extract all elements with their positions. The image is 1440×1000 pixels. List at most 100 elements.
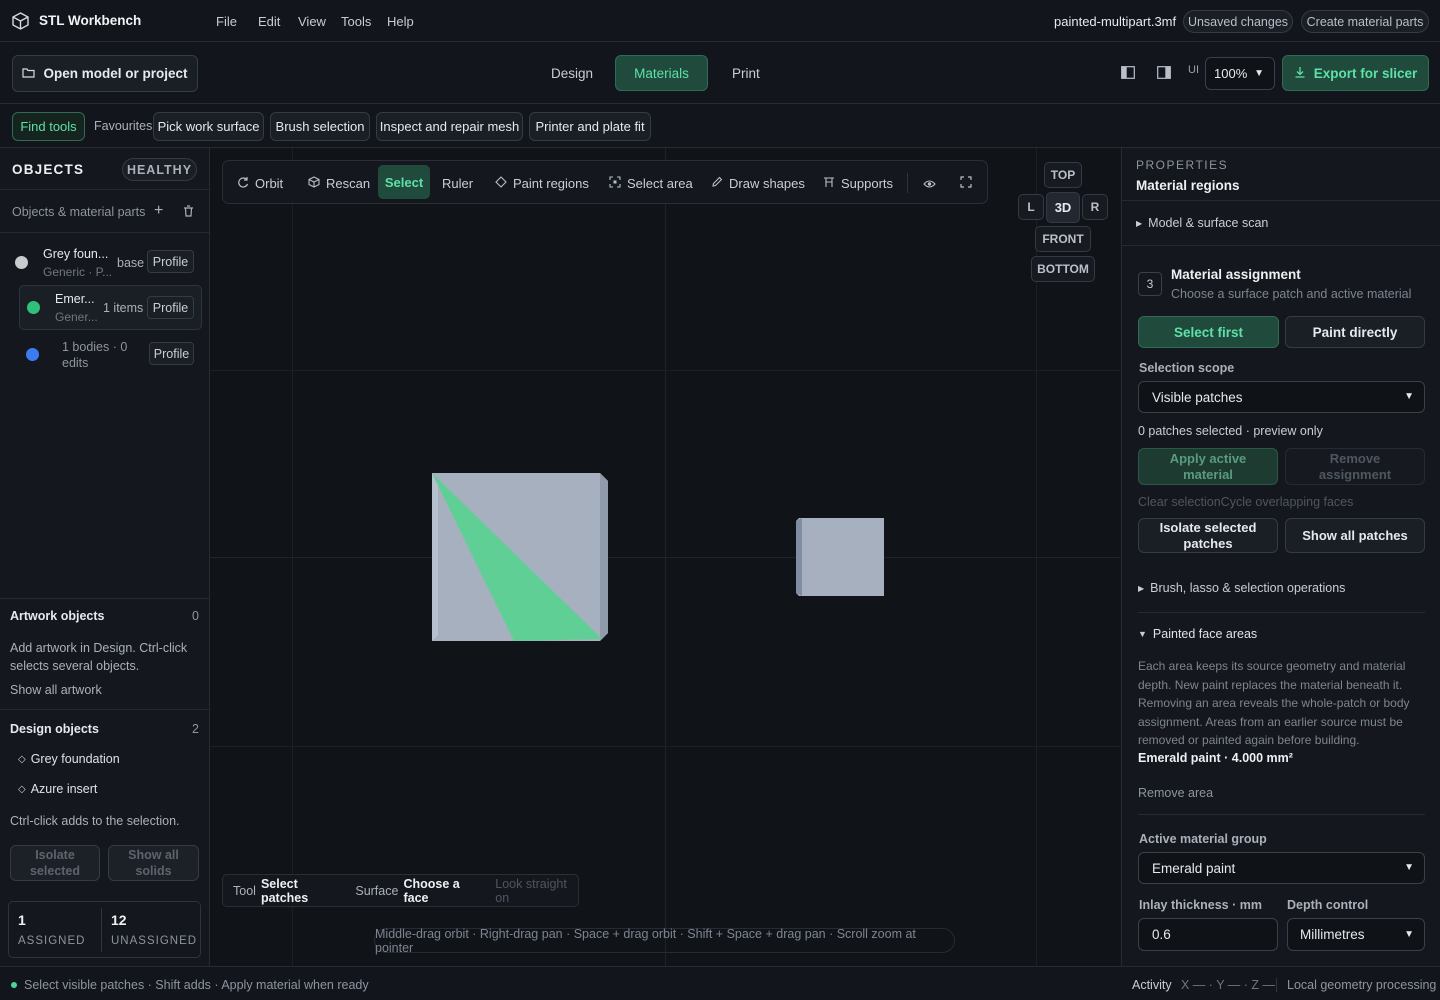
right-panel-toggle-icon[interactable] <box>1157 66 1171 82</box>
view-top-button[interactable]: TOP <box>1044 162 1082 188</box>
tool-inspect-repair[interactable]: Inspect and repair mesh <box>376 112 523 141</box>
tool-inspect-repair-label: Inspect and repair mesh <box>379 119 520 134</box>
fullscreen-icon[interactable] <box>960 176 972 191</box>
menu-view[interactable]: View <box>298 14 326 29</box>
tool-brush-selection[interactable]: Brush selection <box>270 112 370 141</box>
view-front-button[interactable]: FRONT <box>1035 226 1091 252</box>
viewport[interactable]: Orbit Rescan Select Ruler Paint regions … <box>210 148 1120 966</box>
design-item-azure[interactable]: ◇ Azure insert <box>18 782 97 796</box>
show-all-artwork-link[interactable]: Show all artwork <box>10 683 102 697</box>
step-title: Material assignment <box>1171 267 1301 282</box>
isolate-patches-button[interactable]: Isolate selected patches <box>1138 518 1278 553</box>
object-name: Emer... <box>55 292 95 306</box>
depth-control-select[interactable]: Millimetres ▼ <box>1287 918 1425 951</box>
profile-button[interactable]: Profile <box>149 342 194 365</box>
isolate-patches-label: Isolate selected patches <box>1159 519 1257 551</box>
tab-print[interactable]: Print <box>732 66 760 81</box>
isolate-selected-button[interactable]: Isolate selected <box>10 845 100 881</box>
select-area-tool-button[interactable]: Select area <box>609 165 693 201</box>
app-title: STL Workbench <box>39 13 142 28</box>
supports-tool-button[interactable]: Supports <box>823 165 893 201</box>
view-left-button[interactable]: L <box>1018 194 1044 220</box>
title-bar: STL Workbench File Edit View Tools Help … <box>0 0 1440 42</box>
remove-area-link[interactable]: Remove area <box>1138 786 1213 800</box>
activity-link[interactable]: Activity <box>1132 978 1172 992</box>
artwork-count: 0 <box>192 609 199 623</box>
paint-regions-label: Paint regions <box>513 175 589 191</box>
inlay-value: 0.6 <box>1152 927 1171 942</box>
brush-ops-toggle[interactable]: ▶ Brush, lasso & selection operations <box>1138 581 1345 595</box>
caret-down-icon: ▼ <box>1138 629 1147 639</box>
object-row-azure[interactable]: 1 bodies · 0 edits Profile <box>19 334 202 378</box>
profile-button[interactable]: Profile <box>147 250 194 273</box>
apply-material-button[interactable]: Apply active material <box>1138 448 1278 485</box>
view-bottom-button[interactable]: BOTTOM <box>1031 256 1095 282</box>
color-dot <box>26 348 39 361</box>
eye-icon[interactable] <box>923 177 936 192</box>
add-object-icon[interactable]: + <box>154 202 163 220</box>
profile-label: Profile <box>152 300 189 315</box>
status-bar: Select visible patches · Shift adds · Ap… <box>0 966 1440 1000</box>
object-row-grey[interactable]: Grey foun... Generic · P... base Profile <box>6 240 204 284</box>
tool-brush-selection-label: Brush selection <box>275 119 365 134</box>
select-tool-button[interactable]: Select <box>378 165 430 199</box>
open-model-button[interactable]: Open model or project <box>12 55 198 92</box>
inlay-thickness-input[interactable]: 0.6 <box>1138 918 1278 951</box>
create-material-parts-button[interactable]: Create material parts <box>1301 10 1429 33</box>
trash-icon[interactable] <box>183 205 194 220</box>
chevron-down-icon: ▼ <box>1254 67 1264 79</box>
app-logo-icon <box>12 12 29 33</box>
clear-cycle-text[interactable]: Clear selectionCycle overlapping faces <box>1138 495 1353 509</box>
left-panel-toggle-icon[interactable] <box>1121 66 1135 82</box>
design-item-label: Grey foundation <box>30 752 120 766</box>
tab-materials[interactable]: Materials <box>615 55 708 91</box>
status-tool-label: Tool <box>233 883 256 898</box>
view-3d-button[interactable]: 3D <box>1046 192 1080 223</box>
assigned-count: 1 <box>18 912 26 928</box>
supports-label: Supports <box>841 175 894 191</box>
favourites-label[interactable]: Favourites <box>94 119 152 133</box>
menu-help[interactable]: Help <box>387 14 414 29</box>
design-item-grey[interactable]: ◇ Grey foundation <box>18 752 120 766</box>
tool-pick-work-surface[interactable]: Pick work surface <box>153 112 264 141</box>
find-tools-button[interactable]: Find tools <box>12 112 85 141</box>
menu-tools[interactable]: Tools <box>341 14 371 29</box>
painted-areas-toggle[interactable]: ▼ Painted face areas <box>1138 627 1257 641</box>
grid-line <box>210 746 1120 747</box>
assigned-label: ASSIGNED <box>18 935 86 947</box>
view-right-button[interactable]: R <box>1082 194 1108 220</box>
ui-zoom-select[interactable]: 100% ▼ <box>1205 57 1275 90</box>
model-scan-toggle[interactable]: ▶ Model & surface scan <box>1136 216 1268 230</box>
tab-design[interactable]: Design <box>551 66 593 81</box>
object-sub: Generic · P... <box>43 265 113 279</box>
grid-line <box>210 370 1120 371</box>
paint-regions-tool-button[interactable]: Paint regions <box>495 165 589 201</box>
tool-printer-plate-fit[interactable]: Printer and plate fit <box>529 112 651 141</box>
rescan-tool-button[interactable]: Rescan <box>308 165 370 201</box>
ruler-tool-button[interactable]: Ruler <box>442 165 473 201</box>
selection-scope-select[interactable]: Visible patches ▼ <box>1138 381 1425 413</box>
painted-entry: Emerald paint · 4.000 mm² <box>1138 751 1293 765</box>
object-row-emerald[interactable]: Emer... Gener... 1 items Profile <box>19 285 202 330</box>
draw-shapes-tool-button[interactable]: Draw shapes <box>711 165 805 201</box>
properties-title: Material regions <box>1136 178 1240 193</box>
open-model-label: Open model or project <box>43 66 188 81</box>
show-all-solids-button[interactable]: Show all solids <box>108 845 199 881</box>
remove-label: Remove assignment <box>1318 450 1392 482</box>
remove-assignment-button[interactable]: Remove assignment <box>1285 448 1425 485</box>
menu-file[interactable]: File <box>216 14 237 29</box>
paint-directly-button[interactable]: Paint directly <box>1285 316 1425 348</box>
material-group-select[interactable]: Emerald paint ▼ <box>1138 852 1425 884</box>
profile-button[interactable]: Profile <box>147 296 194 319</box>
model-grey-foundation[interactable] <box>430 471 612 643</box>
show-patches-button[interactable]: Show all patches <box>1285 518 1425 553</box>
model-azure-insert[interactable] <box>794 516 886 598</box>
artwork-title: Artwork objects <box>10 609 105 623</box>
menu-edit[interactable]: Edit <box>258 14 280 29</box>
color-dot <box>15 256 28 269</box>
diamond-icon: ◇ <box>18 783 26 795</box>
orbit-tool-button[interactable]: Orbit <box>237 165 283 201</box>
select-first-button[interactable]: Select first <box>1138 316 1279 348</box>
export-for-slicer-button[interactable]: Export for slicer <box>1282 55 1429 91</box>
step-subtitle: Choose a surface patch and active materi… <box>1171 287 1412 301</box>
